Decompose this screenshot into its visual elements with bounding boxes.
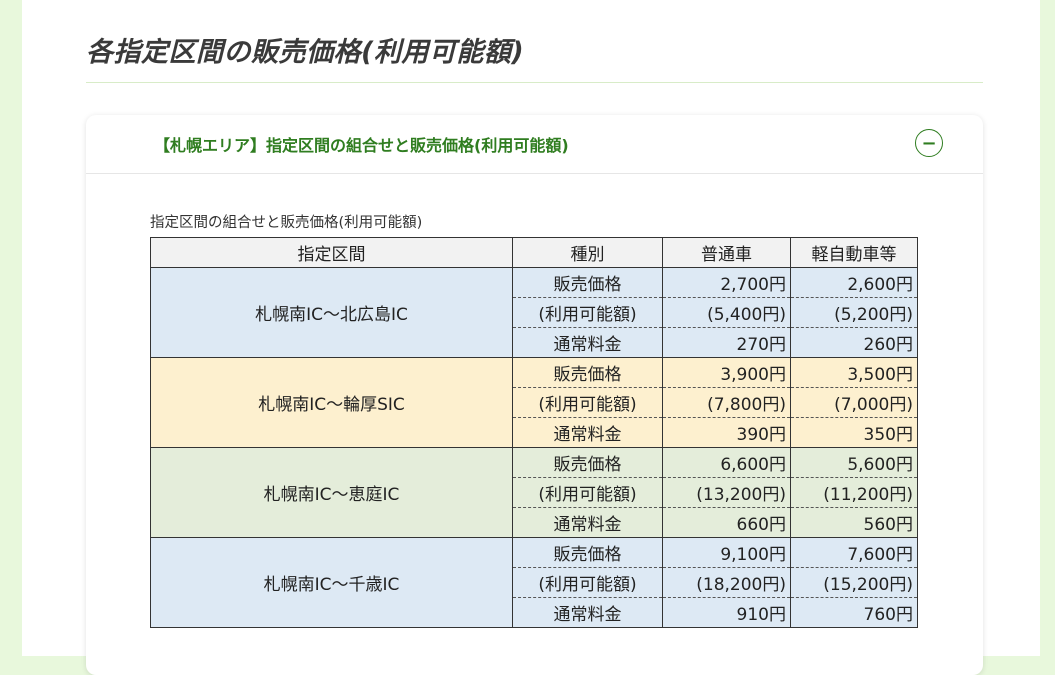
header-regular-car: 普通車 — [662, 237, 791, 268]
kei-car-price: 5,600円 — [790, 447, 918, 478]
section-name: 札幌南IC〜北広島IC — [150, 267, 513, 358]
header-kei-car: 軽自動車等 — [790, 237, 918, 268]
regular-car-price: 390円 — [662, 417, 791, 448]
table-row: 札幌南IC〜輪厚SIC 販売価格 3,900円 3,500円 — [150, 357, 918, 448]
regular-car-price: (7,800円) — [662, 387, 791, 418]
kei-car-price: 260円 — [790, 327, 918, 358]
section-name: 札幌南IC〜千歳IC — [150, 537, 513, 628]
accordion-panel: 【札幌エリア】指定区間の組合せと販売価格(利用可能額) − 指定区間の組合せと販… — [86, 115, 983, 675]
type-cell: 販売価格 — [512, 267, 663, 298]
page-title: 各指定区間の販売価格(利用可能額) — [86, 37, 525, 68]
regular-car-price: (13,200円) — [662, 477, 791, 508]
type-cell: 販売価格 — [512, 537, 663, 568]
regular-car-price: 3,900円 — [662, 357, 791, 388]
table-row: 札幌南IC〜恵庭IC 販売価格 6,600円 5,600円 — [150, 447, 918, 538]
type-cell: (利用可能額) — [512, 477, 663, 508]
title-divider — [86, 82, 983, 83]
regular-car-price: 2,700円 — [662, 267, 791, 298]
regular-car-price: (5,400円) — [662, 297, 791, 328]
type-cell: (利用可能額) — [512, 567, 663, 598]
header-section: 指定区間 — [150, 237, 513, 268]
kei-car-price: 350円 — [790, 417, 918, 448]
price-table: 指定区間 種別 普通車 軽自動車等 札幌南IC〜北広島IC 販売価格 2,700… — [150, 237, 918, 628]
kei-car-price: (7,000円) — [790, 387, 918, 418]
type-cell: 通常料金 — [512, 417, 663, 448]
regular-car-price: 9,100円 — [662, 537, 791, 568]
header-type: 種別 — [512, 237, 663, 268]
kei-car-price: (11,200円) — [790, 477, 918, 508]
kei-car-price: 7,600円 — [790, 537, 918, 568]
type-cell: 通常料金 — [512, 597, 663, 628]
table-header-row: 指定区間 種別 普通車 軽自動車等 — [150, 237, 918, 268]
table-row: 札幌南IC〜千歳IC 販売価格 9,100円 7,600円 — [150, 537, 918, 628]
regular-car-price: (18,200円) — [662, 567, 791, 598]
type-cell: (利用可能額) — [512, 297, 663, 328]
regular-car-price: 6,600円 — [662, 447, 791, 478]
kei-car-price: 3,500円 — [790, 357, 918, 388]
type-cell: 販売価格 — [512, 447, 663, 478]
kei-car-price: (15,200円) — [790, 567, 918, 598]
kei-car-price: 2,600円 — [790, 267, 918, 298]
type-cell: (利用可能額) — [512, 387, 663, 418]
type-cell: 販売価格 — [512, 357, 663, 388]
accordion-header[interactable]: 【札幌エリア】指定区間の組合せと販売価格(利用可能額) − — [86, 115, 983, 174]
regular-car-price: 270円 — [662, 327, 791, 358]
kei-car-price: 560円 — [790, 507, 918, 538]
table-caption: 指定区間の組合せと販売価格(利用可能額) — [150, 215, 423, 231]
section-name: 札幌南IC〜恵庭IC — [150, 447, 513, 538]
type-cell: 通常料金 — [512, 507, 663, 538]
kei-car-price: 760円 — [790, 597, 918, 628]
kei-car-price: (5,200円) — [790, 297, 918, 328]
regular-car-price: 660円 — [662, 507, 791, 538]
accordion-title: 【札幌エリア】指定区間の組合せと販売価格(利用可能額) — [154, 136, 569, 155]
regular-car-price: 910円 — [662, 597, 791, 628]
page-content: 各指定区間の販売価格(利用可能額) 【札幌エリア】指定区間の組合せと販売価格(利… — [22, 0, 1040, 675]
collapse-button[interactable]: − — [915, 129, 943, 157]
table-row: 札幌南IC〜北広島IC 販売価格 2,700円 2,600円 — [150, 267, 918, 358]
type-cell: 通常料金 — [512, 327, 663, 358]
section-name: 札幌南IC〜輪厚SIC — [150, 357, 513, 448]
